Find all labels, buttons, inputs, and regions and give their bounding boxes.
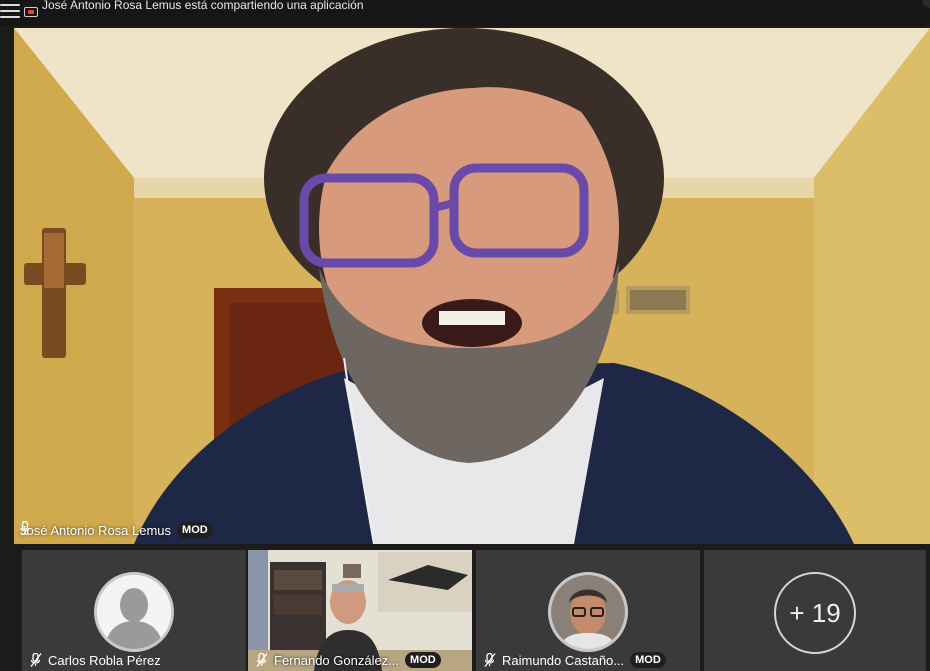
participant-name: Carlos Robla Pérez xyxy=(48,652,161,668)
microphone-icon xyxy=(20,521,30,535)
screen-share-icon xyxy=(24,7,38,17)
participant-tile[interactable]: Fernando González... MOD xyxy=(248,550,472,671)
corner-button[interactable] xyxy=(922,0,930,8)
participant-label: Raimundo Castaño... MOD xyxy=(484,651,666,669)
microphone-muted-icon xyxy=(484,653,496,667)
more-participants-tile[interactable]: + 19 xyxy=(704,550,926,671)
meeting-window: José Antonio Rosa Lemus está compartiend… xyxy=(0,0,930,671)
participant-label: Fernando González... MOD xyxy=(256,651,441,669)
participant-tile[interactable]: Carlos Robla Pérez xyxy=(22,550,246,671)
avatar xyxy=(548,572,628,652)
participant-label: Carlos Robla Pérez xyxy=(30,651,161,669)
main-speaker-video[interactable]: José Antonio Rosa Lemus MOD xyxy=(14,28,930,544)
screen-share-banner: José Antonio Rosa Lemus está compartiend… xyxy=(0,0,930,26)
speaker-video-frame xyxy=(14,28,930,544)
participant-tile[interactable]: Raimundo Castaño... MOD xyxy=(476,550,700,671)
microphone-muted-icon xyxy=(30,653,42,667)
more-participants-count[interactable]: + 19 xyxy=(774,572,856,654)
moderator-badge: MOD xyxy=(630,652,666,668)
moderator-badge: MOD xyxy=(405,652,441,668)
share-message: José Antonio Rosa Lemus está compartiend… xyxy=(42,0,364,12)
microphone-muted-icon xyxy=(256,653,268,667)
avatar xyxy=(94,572,174,652)
participant-name: Fernando González... xyxy=(274,652,400,668)
participant-photo xyxy=(551,575,625,649)
menu-icon[interactable] xyxy=(0,0,22,22)
participant-name: Raimundo Castaño... xyxy=(502,652,625,668)
moderator-badge: MOD xyxy=(177,522,213,538)
default-avatar-icon xyxy=(97,575,171,649)
main-speaker-name: José Antonio Rosa Lemus xyxy=(20,522,172,538)
main-speaker-label: José Antonio Rosa Lemus MOD xyxy=(20,521,213,539)
